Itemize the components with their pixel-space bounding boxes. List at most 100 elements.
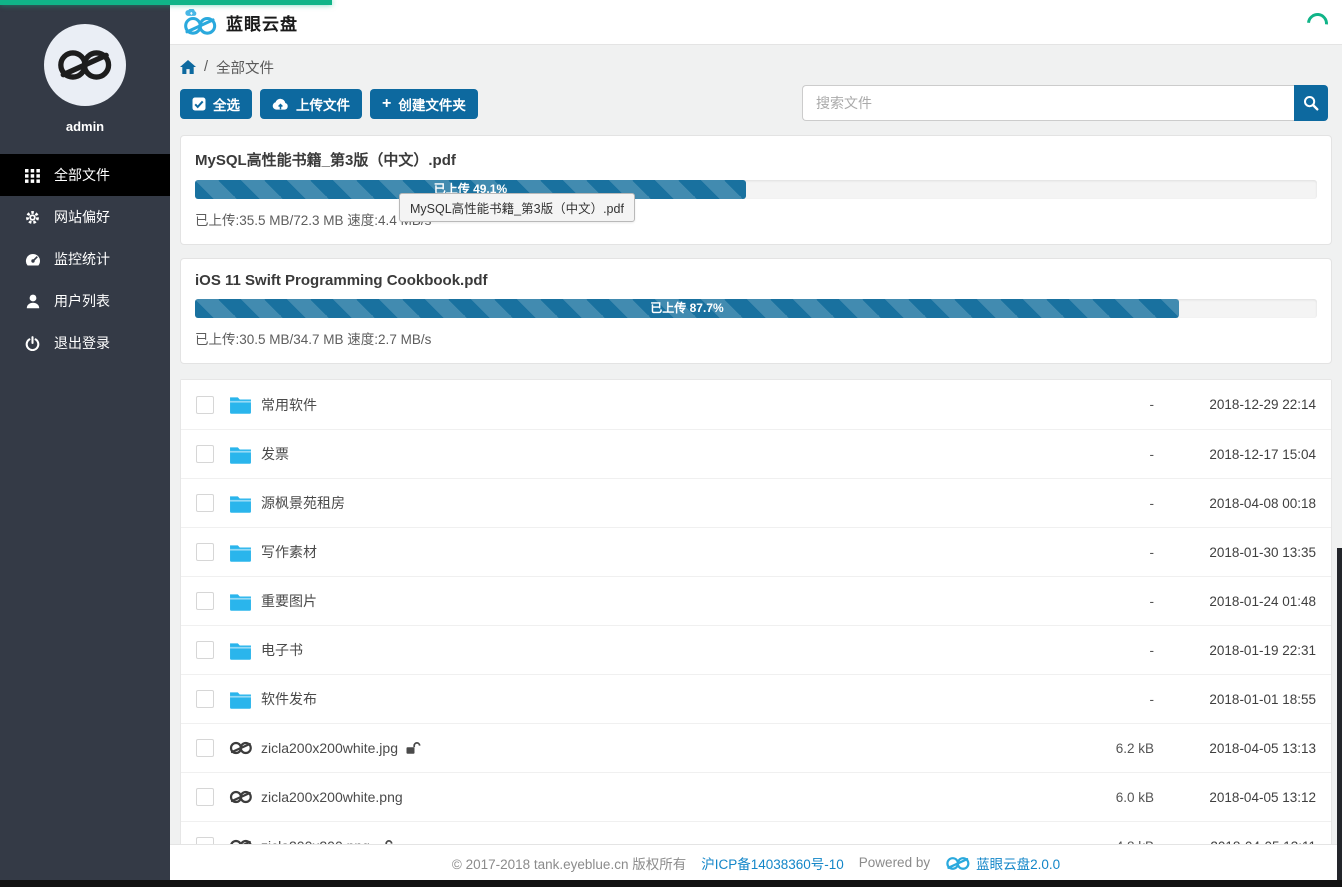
row-checkbox[interactable] [196, 445, 214, 463]
icp-link[interactable]: 沪ICP备14038360号-10 [701, 853, 844, 873]
file-row[interactable]: 源枫景苑租房 - 2018-04-08 00:18 [181, 478, 1331, 527]
file-size: 6.2 kB [1044, 741, 1154, 756]
file-name[interactable]: 源枫景苑租房 [261, 493, 345, 513]
grid-icon [24, 168, 41, 183]
file-size: - [1044, 545, 1154, 560]
file-row[interactable]: zicla200x200white.png 6.0 kB 2018-04-05 … [181, 772, 1331, 821]
header: 蓝眼云盘 [170, 0, 1342, 45]
file-name[interactable]: 写作素材 [261, 542, 317, 562]
sidebar-item-all-files[interactable]: 全部文件 [0, 154, 170, 196]
user-icon [24, 294, 41, 309]
sidebar-item-label: 全部文件 [54, 165, 110, 185]
row-checkbox[interactable] [196, 641, 214, 659]
app-title: 蓝眼云盘 [226, 10, 298, 35]
search-input[interactable] [802, 85, 1294, 121]
copyright-text: © 2017-2018 tank.eyeblue.cn 版权所有 [452, 853, 686, 873]
file-size: - [1044, 594, 1154, 609]
file-name[interactable]: 发票 [261, 444, 289, 464]
select-all-button[interactable]: 全选 [180, 89, 252, 119]
sidebar-item-label: 网站偏好 [54, 207, 110, 227]
sidebar-menu: 全部文件 网站偏好 监控统计 用户列表 退出登录 [0, 154, 170, 364]
search-group [802, 85, 1328, 121]
plus-icon: + [382, 96, 391, 112]
sidebar-item-site-preferences[interactable]: 网站偏好 [0, 196, 170, 238]
row-checkbox[interactable] [196, 739, 214, 757]
brand-infinity-logo-dark [56, 47, 114, 83]
search-icon [1303, 95, 1319, 111]
progress-track: 已上传 49.1% [195, 180, 1317, 199]
brand-logo-icon[interactable] [181, 9, 217, 36]
file-row[interactable]: 发票 - 2018-12-17 15:04 [181, 429, 1331, 478]
progress-label: 已上传 87.7% [650, 301, 723, 315]
file-date: 2018-12-29 22:14 [1154, 397, 1316, 412]
folder-icon [229, 592, 256, 611]
file-size: 6.0 kB [1044, 790, 1154, 805]
gear-icon [24, 210, 41, 225]
file-size: - [1044, 643, 1154, 658]
file-date: 2018-01-19 22:31 [1154, 643, 1316, 658]
main-content: / 全部文件 全选 上传文件 + 创建文件夹 [170, 46, 1342, 887]
powered-by-text: Powered by [859, 855, 930, 870]
brand-infinity-logo-blue [945, 855, 971, 871]
row-checkbox[interactable] [196, 592, 214, 610]
file-date: 2018-01-24 01:48 [1154, 594, 1316, 609]
file-name[interactable]: 软件发布 [261, 689, 317, 709]
sidebar-item-label: 监控统计 [54, 249, 110, 269]
footer-brand-link[interactable]: 蓝眼云盘2.0.0 [945, 853, 1060, 873]
file-name[interactable]: 重要图片 [261, 591, 317, 611]
file-row[interactable]: 电子书 - 2018-01-19 22:31 [181, 625, 1331, 674]
file-size: - [1044, 496, 1154, 511]
file-logo-icon [229, 790, 256, 804]
avatar[interactable] [44, 24, 126, 106]
unlock-icon [406, 742, 421, 755]
progress-track: 已上传 87.7% [195, 299, 1317, 318]
row-checkbox[interactable] [196, 788, 214, 806]
file-row[interactable]: 重要图片 - 2018-01-24 01:48 [181, 576, 1331, 625]
upload-filename: MySQL高性能书籍_第3版（中文）.pdf [195, 149, 1317, 170]
upload-file-button[interactable]: 上传文件 [260, 89, 362, 119]
file-row[interactable]: zicla200x200white.jpg 6.2 kB 2018-04-05 … [181, 723, 1331, 772]
file-logo-icon [229, 741, 256, 755]
upload-card: iOS 11 Swift Programming Cookbook.pdf 已上… [180, 258, 1332, 364]
file-row[interactable]: 写作素材 - 2018-01-30 13:35 [181, 527, 1331, 576]
upload-file-label: 上传文件 [296, 94, 350, 114]
file-row[interactable]: 软件发布 - 2018-01-01 18:55 [181, 674, 1331, 723]
create-folder-button[interactable]: + 创建文件夹 [370, 89, 478, 119]
breadcrumb: / 全部文件 [180, 49, 1332, 85]
toolbar: 全选 上传文件 + 创建文件夹 [180, 85, 1332, 122]
breadcrumb-current[interactable]: 全部文件 [216, 57, 274, 78]
row-checkbox[interactable] [196, 543, 214, 561]
sidebar-item-logout[interactable]: 退出登录 [0, 322, 170, 364]
background-window-bottom [0, 880, 1342, 887]
file-name[interactable]: 电子书 [261, 640, 303, 660]
username: admin [0, 119, 170, 134]
file-size: - [1044, 692, 1154, 707]
folder-icon [229, 395, 256, 414]
folder-icon [229, 445, 256, 464]
sidebar: admin 全部文件 网站偏好 监控统计 用户列表 [0, 0, 170, 887]
search-button[interactable] [1294, 85, 1328, 121]
sidebar-item-label: 退出登录 [54, 333, 110, 353]
row-checkbox[interactable] [196, 690, 214, 708]
file-date: 2018-01-30 13:35 [1154, 545, 1316, 560]
row-checkbox[interactable] [196, 494, 214, 512]
folder-icon [229, 543, 256, 562]
row-checkbox[interactable] [196, 396, 214, 414]
check-square-icon [192, 97, 206, 111]
file-size: - [1044, 447, 1154, 462]
file-row[interactable]: 常用软件 - 2018-12-29 22:14 [181, 380, 1331, 429]
file-name[interactable]: 常用软件 [261, 395, 317, 415]
file-list: 常用软件 - 2018-12-29 22:14 发票 - 2018-12-17 … [180, 379, 1332, 871]
home-icon[interactable] [180, 60, 196, 74]
file-size: - [1044, 397, 1154, 412]
folder-icon [229, 641, 256, 660]
file-name[interactable]: zicla200x200white.jpg [261, 740, 398, 756]
create-folder-label: 创建文件夹 [398, 94, 466, 114]
sidebar-item-user-list[interactable]: 用户列表 [0, 280, 170, 322]
file-date: 2018-04-08 00:18 [1154, 496, 1316, 511]
file-date: 2018-12-17 15:04 [1154, 447, 1316, 462]
sidebar-item-monitoring-stats[interactable]: 监控统计 [0, 238, 170, 280]
background-window-edge [1337, 548, 1342, 880]
file-name[interactable]: zicla200x200white.png [261, 789, 403, 805]
avatar-wrap [0, 0, 170, 106]
